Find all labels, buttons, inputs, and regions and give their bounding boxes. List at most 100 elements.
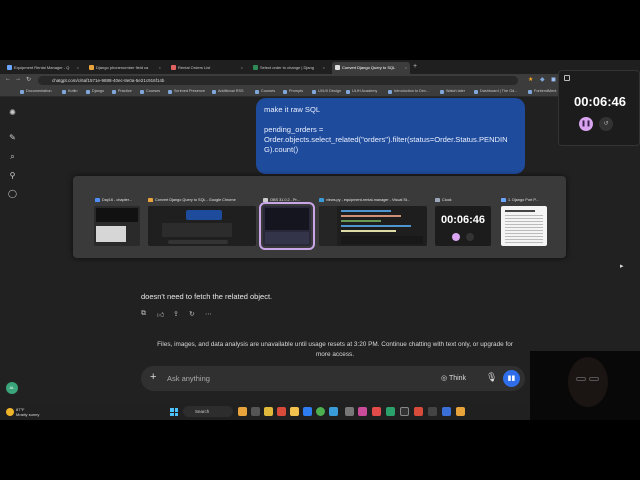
bookmark-item[interactable]: Additional RSS [212,89,244,94]
chatgpt-logo-icon[interactable]: ✺ [8,108,17,117]
tab-django-phonenumber[interactable]: Django phonenumber field ca × [86,62,164,74]
app-icon[interactable] [277,407,286,416]
message-line: make it raw SQL [264,105,321,114]
composer: + Ask anything ◎ Think 🎙︎ ▮▮ [141,366,525,391]
pause-button[interactable]: ❚❚ [579,117,593,131]
switcher-thumb-chrome[interactable] [148,206,256,246]
thumb-region [341,210,391,212]
usage-notice: Files, images, and data analysis are una… [157,341,513,358]
folder-icon[interactable] [290,407,299,416]
thumb-region [96,226,126,242]
address-row: ← → ↻ chatgpt.com/c/6af1571e-9888-40ec-8… [0,74,640,87]
bookmark-item[interactable]: Dashboard | The Od... [474,89,517,94]
app-icon[interactable] [414,407,423,416]
reload-icon[interactable]: ↻ [26,76,31,83]
plus-icon[interactable]: + [150,371,156,384]
more-icon[interactable]: ⋯ [205,310,212,318]
app-icon[interactable] [238,407,247,416]
new-tab-button[interactable]: + [413,63,417,70]
tab-label: Rental Orders List [178,65,211,70]
switcher-title: OBS 31.0.2 - Pr... [263,198,313,202]
glasses-lens [576,377,586,381]
thumbs-icon[interactable]: 👍︎ [157,310,164,319]
bookmark-item[interactable]: Courses [140,89,160,94]
tab-favicon [335,65,340,70]
tab-convert-django[interactable]: Convert Django Query to SQL × [332,62,410,74]
close-icon[interactable]: × [159,65,161,70]
regenerate-icon[interactable]: ↻ [189,310,195,318]
search-icon[interactable]: ⌕ [8,152,17,161]
share-icon[interactable]: ⇪ [173,310,179,318]
bookmark-item[interactable]: Introduction to Dev... [388,89,429,94]
bookmark-item[interactable]: Courses [255,89,275,94]
bookmark-item[interactable]: ULIH Academy [346,89,377,94]
back-icon[interactable]: ← [5,76,11,82]
bookmark-item[interactable]: UI/UX Design [312,89,341,94]
chat-bubble-icon[interactable]: ◯ [8,189,17,198]
weather-desc: Mostly sunny [16,412,40,417]
copy-icon[interactable]: ⧉ [141,310,146,318]
bookmark-item[interactable]: Django [86,89,104,94]
think-button[interactable]: ◎ Think [441,374,466,382]
close-icon[interactable]: × [323,65,325,70]
tab-select-order[interactable]: Select order to change | Djang × [250,62,328,74]
app-icon[interactable] [386,407,395,416]
weather-widget[interactable]: 87°F Mostly sunny [6,407,39,417]
bookmark-item[interactable]: Kotlin [62,89,78,94]
clock-app-icon[interactable] [428,407,437,416]
bookmark-item[interactable]: Watch later [440,89,465,94]
clock-mini-time: 00:06:46 [440,214,486,226]
address-bar[interactable]: chatgpt.com/c/6af1571e-9888-40ec-8e0a-5e… [38,76,518,85]
tab-label: Select order to change | Djang [260,65,314,70]
star-icon[interactable]: ★ [528,76,533,83]
tab-favicon [253,65,258,70]
bookmark-item[interactable]: Documentation [20,89,52,94]
close-icon[interactable]: × [241,65,243,70]
reset-button[interactable]: ↺ [599,117,613,131]
bookmark-item[interactable]: Prompts [283,89,303,94]
bookmark-item[interactable]: Scrimed Presence [168,89,205,94]
switcher-thumb-vscode[interactable] [319,206,427,246]
switcher-thumb-django-port[interactable] [501,206,547,246]
switcher-title: Day16 - chapter... [95,198,141,202]
obs-icon[interactable] [400,407,409,416]
start-pane [170,412,174,416]
microphone-icon[interactable]: 🎙︎ [486,372,497,383]
bookmark-item[interactable]: Practice [112,89,132,94]
task-view-icon[interactable] [251,407,260,416]
task-switcher: Day16 - chapter... Convert Django Query … [73,176,566,258]
app-icon[interactable] [442,407,451,416]
edge-icon[interactable] [303,407,312,416]
mouse-cursor-icon: ▸ [620,263,624,270]
thumb-region [505,215,543,243]
timer-display: 00:06:46 [573,94,627,109]
chrome-icon[interactable] [316,407,325,416]
switcher-thumb-clock[interactable]: 00:06:46 [435,206,491,246]
close-icon[interactable]: × [405,65,407,70]
chat-input[interactable]: Ask anything [167,374,210,383]
pin-icon[interactable]: ⚲ [8,171,17,180]
bookmarks-bar: Documentation Kotlin Django Practice Cou… [0,87,640,97]
tab-equipment-rental[interactable]: Equipment Rental Manager - Q × [4,62,82,74]
reset-icon [466,233,474,241]
new-chat-icon[interactable]: ✎ [8,133,17,142]
app-icon[interactable] [372,407,381,416]
switcher-thumb-day16[interactable] [94,206,140,246]
bookmark-item[interactable]: FontendMent [528,89,556,94]
puzzle-icon[interactable]: ◼ [551,76,556,83]
switcher-thumb-obs[interactable] [259,202,315,250]
voice-mode-button[interactable]: ▮▮ [503,370,520,387]
windows-start-icon[interactable] [170,408,178,416]
thumb-region [341,230,396,232]
taskbar-search[interactable]: Search [183,406,233,417]
close-icon[interactable]: × [77,65,79,70]
forward-icon[interactable]: → [15,76,21,82]
avatar[interactable]: AL [6,382,18,394]
app-icon[interactable] [345,407,354,416]
file-explorer-icon[interactable] [264,407,273,416]
extension-icon[interactable]: ◆ [540,76,545,83]
app-icon[interactable] [358,407,367,416]
app-icon[interactable] [456,407,465,416]
vscode-icon[interactable] [329,407,338,416]
tab-rental-orders[interactable]: Rental Orders List × [168,62,246,74]
